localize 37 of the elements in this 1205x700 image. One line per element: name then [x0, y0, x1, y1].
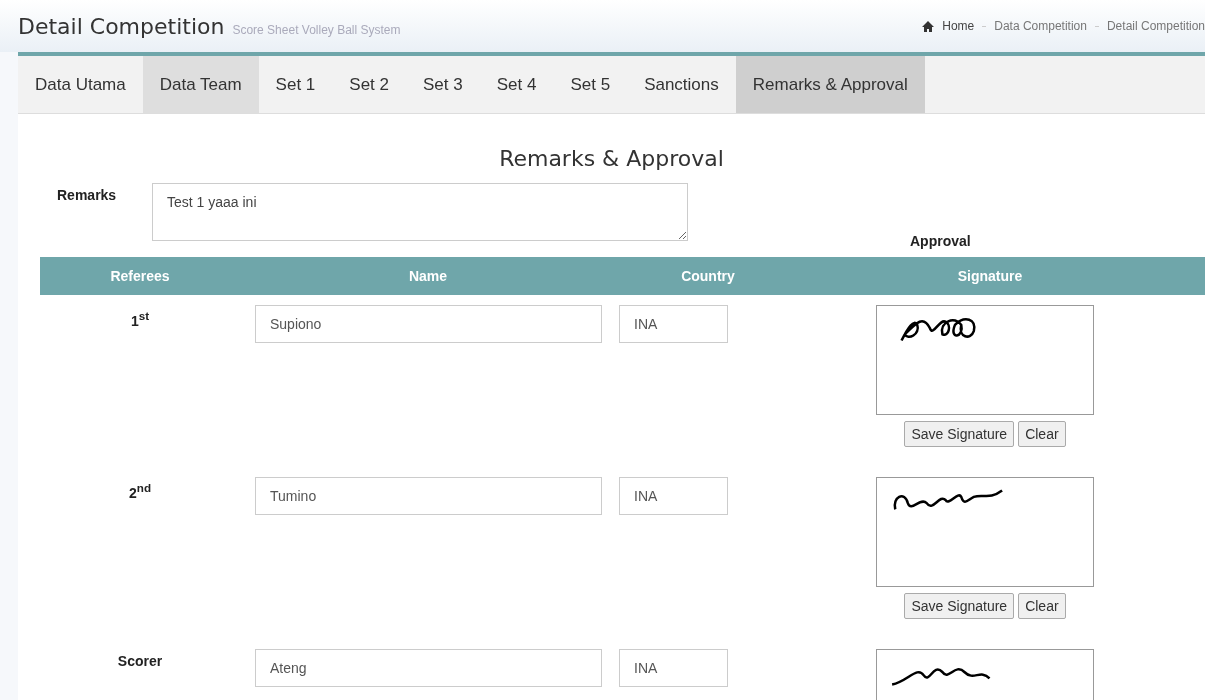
signature-button[interactable]: Save Signature: [904, 421, 1015, 447]
remarks-field[interactable]: Test 1 yaaa ini: [152, 183, 688, 241]
tab[interactable]: Set 1: [258, 56, 333, 113]
remarks-label: Remarks: [57, 186, 118, 203]
name-field[interactable]: Ateng: [255, 649, 602, 687]
tab[interactable]: Set 5: [553, 56, 628, 113]
tab[interactable]: Set 2: [332, 56, 406, 113]
referee-role: 1$^{st}$: [130, 312, 150, 329]
section-title: Remarks & Approval: [498, 146, 725, 171]
tab[interactable]: Sanctions: [627, 56, 736, 113]
tab[interactable]: Set 4: [479, 56, 554, 113]
signature-button[interactable]: Clear: [1018, 593, 1066, 619]
breadcrumb-link[interactable]: Home: [942, 19, 975, 33]
name-field[interactable]: Supiono: [255, 305, 602, 343]
page-subtitle: Score Sheet Volley Ball System: [232, 22, 401, 37]
name-field[interactable]: Tumino: [255, 477, 602, 515]
country-field[interactable]: INA: [619, 305, 728, 343]
referee-role: Scorer: [117, 653, 163, 669]
breadcrumb-link[interactable]: Data Competition: [994, 19, 1087, 33]
country-field[interactable]: INA: [619, 477, 728, 515]
home-icon: [922, 20, 935, 32]
column-header: Country: [680, 268, 736, 284]
referee-role: 2$^{nd}$: [128, 484, 151, 501]
tab[interactable]: Remarks & Approval: [735, 56, 925, 113]
approval-label: Approval: [910, 233, 971, 249]
column-header: Signature: [956, 268, 1024, 284]
tab[interactable]: Set 3: [406, 56, 480, 113]
country-field[interactable]: INA: [619, 649, 728, 687]
column-header: Name: [407, 268, 449, 284]
signature-button[interactable]: Save Signature: [904, 593, 1015, 619]
column-header: Referees: [109, 268, 171, 284]
signature-button[interactable]: Clear: [1018, 421, 1066, 447]
breadcrumb-link[interactable]: Detail Competition: [1106, 19, 1205, 33]
tab[interactable]: Data Utama: [18, 56, 143, 113]
tab[interactable]: Data Team: [142, 56, 259, 113]
signature-pad[interactable]: [876, 305, 1094, 415]
page-title: Detail Competition: [18, 13, 225, 39]
